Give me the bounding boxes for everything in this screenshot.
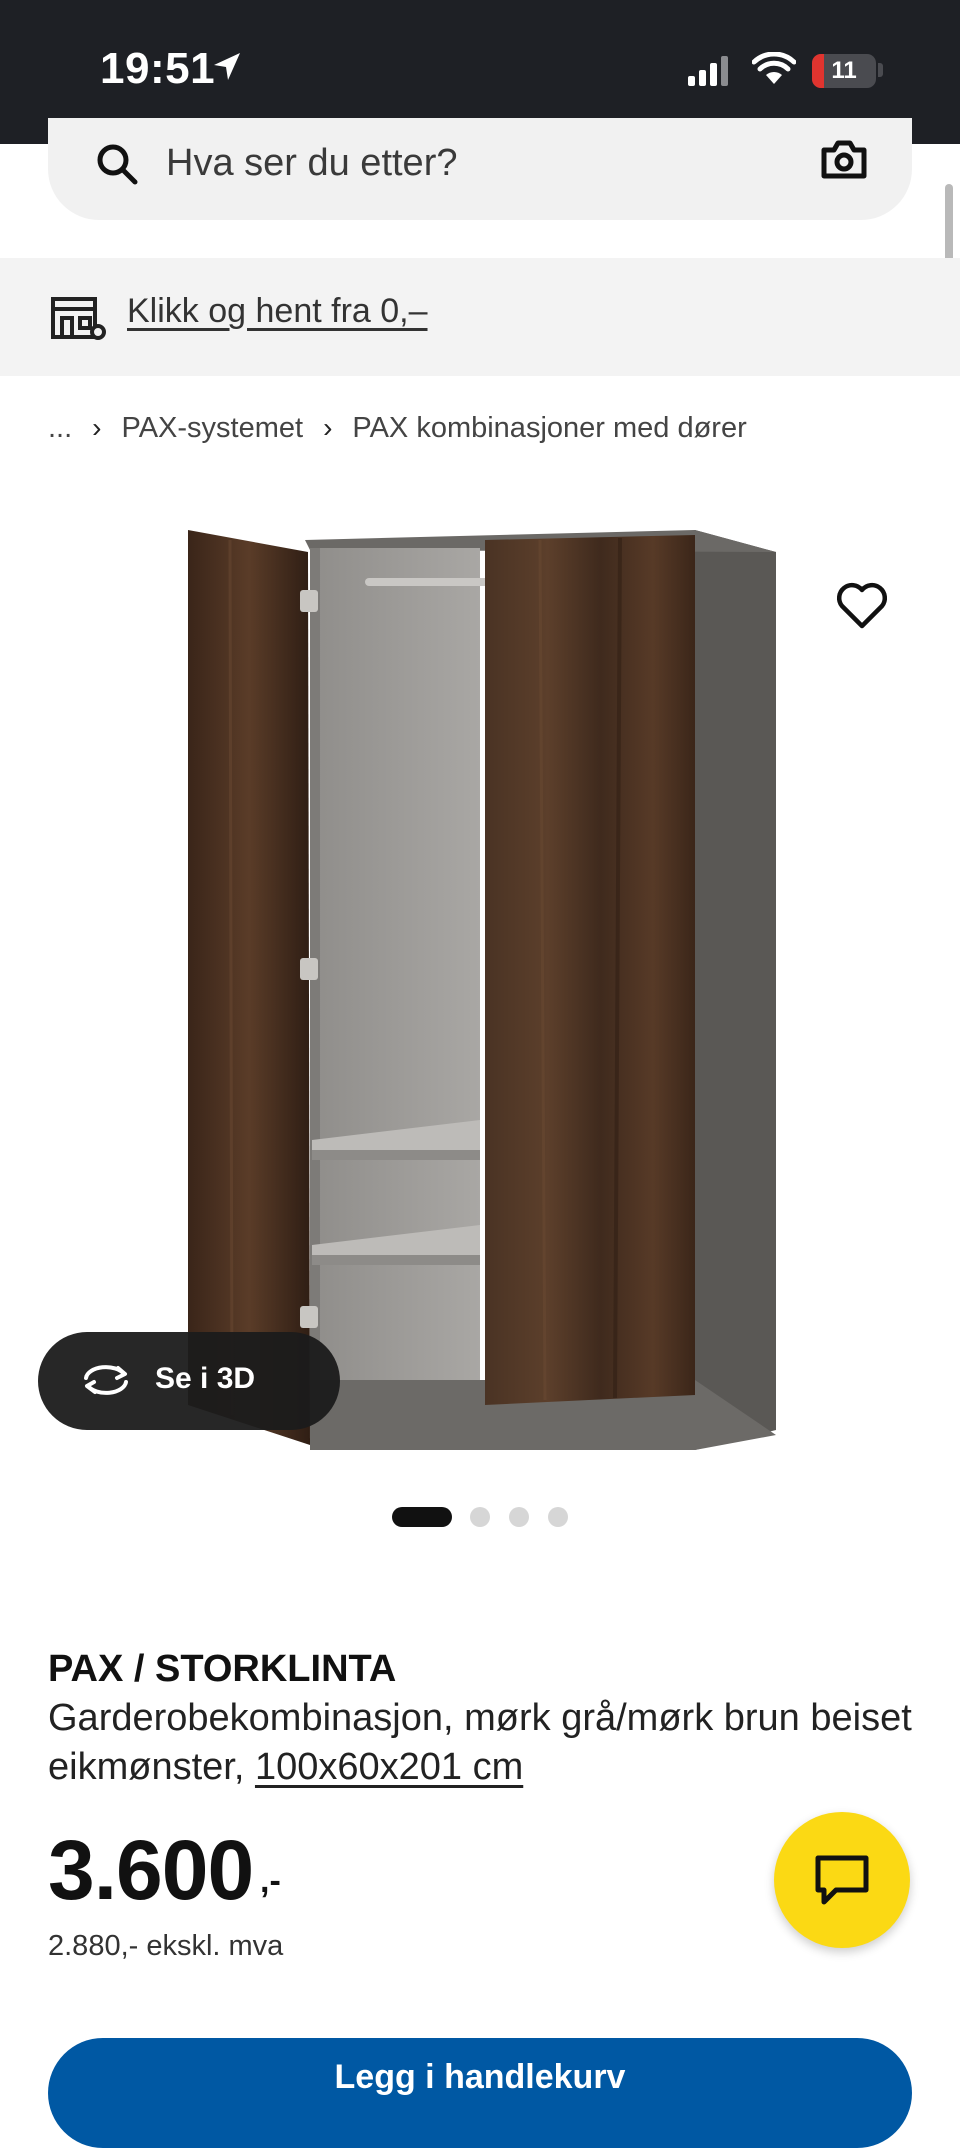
add-to-cart-label: Legg i handlekurv <box>334 2058 626 2096</box>
cellular-signal-icon <box>688 56 728 86</box>
price-suffix: ,- <box>260 1862 281 1900</box>
breadcrumb-pax-combinations[interactable]: PAX kombinasjoner med dører <box>352 412 746 445</box>
battery-cap <box>878 63 883 77</box>
carousel-dot[interactable] <box>509 1507 529 1527</box>
breadcrumb: ... › PAX-systemet › PAX kombinasjoner m… <box>48 408 747 448</box>
battery-level: 11 <box>831 57 857 84</box>
breadcrumb-ellipsis[interactable]: ... <box>48 412 72 445</box>
breadcrumb-pax-system[interactable]: PAX-systemet <box>122 412 304 445</box>
store-pickup-icon <box>51 297 106 340</box>
carousel-dot[interactable] <box>548 1507 568 1527</box>
price-ex-vat: 2.880,- ekskl. mva <box>48 1930 284 1962</box>
battery-icon: 11 <box>812 54 876 88</box>
status-time: 19:51 <box>100 44 216 93</box>
wifi-icon <box>752 52 796 84</box>
carousel-dot[interactable] <box>470 1507 490 1527</box>
product-description: Garderobekombinasjon, mørk grå/mørk brun… <box>48 1694 928 1792</box>
chevron-right-icon: › <box>92 412 102 443</box>
chevron-right-icon: › <box>323 412 333 443</box>
location-arrow-icon <box>214 53 240 80</box>
product-name: PAX / STORKLINTA <box>48 1648 397 1690</box>
product-size-link[interactable]: 100x60x201 cm <box>255 1746 523 1788</box>
rotate-3d-icon <box>84 1365 128 1395</box>
heart-icon[interactable] <box>836 582 888 630</box>
chat-icon <box>815 1855 869 1905</box>
carousel-dot-active[interactable] <box>392 1507 452 1527</box>
search-placeholder: Hva ser du etter? <box>166 142 458 184</box>
product-price: 3.600 <box>48 1823 254 1917</box>
view-3d-label: Se i 3D <box>155 1362 256 1395</box>
search-icon <box>97 144 138 185</box>
click-collect-link[interactable]: Klikk og hent fra 0,– <box>127 292 428 331</box>
camera-search-icon[interactable] <box>820 138 868 180</box>
